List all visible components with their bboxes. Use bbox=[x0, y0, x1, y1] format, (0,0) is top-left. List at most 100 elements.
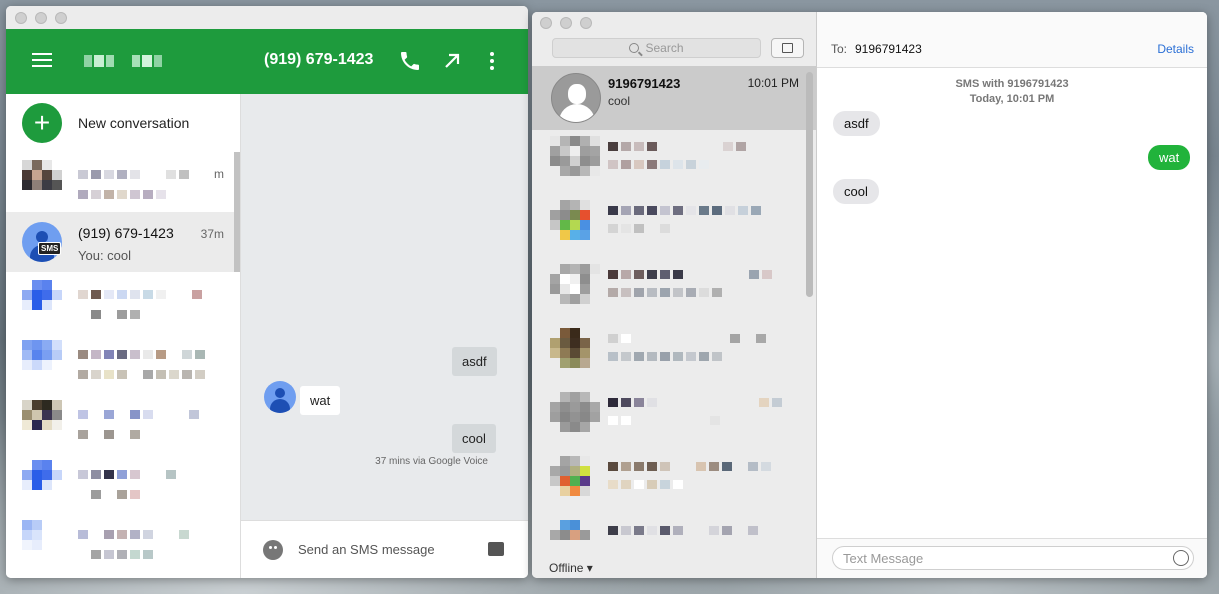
window-controls bbox=[15, 12, 67, 24]
window-controls bbox=[540, 17, 592, 29]
list-item[interactable] bbox=[6, 392, 240, 452]
snippet-redacted bbox=[78, 490, 140, 499]
emoji-icon[interactable] bbox=[263, 540, 283, 560]
list-item[interactable]: m bbox=[6, 152, 240, 212]
list-item[interactable] bbox=[532, 386, 816, 450]
list-item[interactable] bbox=[532, 194, 816, 258]
phone-icon[interactable] bbox=[398, 49, 422, 73]
compose-icon bbox=[782, 43, 793, 53]
avatar bbox=[550, 456, 600, 496]
avatar bbox=[550, 392, 600, 432]
contact-name-redacted bbox=[78, 350, 205, 359]
contact-name-redacted bbox=[78, 170, 189, 179]
conversation-snippet: cool bbox=[608, 94, 631, 108]
open-external-icon[interactable] bbox=[440, 49, 464, 73]
thread-date: Today, 10:01 PM bbox=[969, 93, 1055, 105]
messages-window: Search 9196791423 10:01 PM cool Offline … bbox=[532, 12, 1207, 578]
avatar bbox=[22, 460, 62, 490]
snippet-redacted bbox=[608, 288, 722, 297]
snippet-redacted bbox=[78, 370, 205, 379]
new-conversation-label: New conversation bbox=[78, 115, 190, 131]
thread-header: SMS with 9196791423 bbox=[955, 78, 1069, 90]
snippet-redacted bbox=[78, 430, 140, 439]
list-item[interactable] bbox=[6, 332, 240, 392]
snippet-redacted bbox=[78, 190, 166, 199]
contact-name-redacted bbox=[78, 530, 189, 539]
minimize-window-button[interactable] bbox=[35, 12, 47, 24]
scrollbar[interactable] bbox=[234, 152, 240, 272]
recipient-bar: To: 9196791423 Details bbox=[817, 12, 1207, 68]
minimize-window-button[interactable] bbox=[560, 17, 572, 29]
snippet-redacted bbox=[608, 352, 722, 361]
zoom-window-button[interactable] bbox=[55, 12, 67, 24]
snippet-redacted bbox=[78, 310, 140, 319]
snippet-redacted bbox=[608, 160, 709, 169]
conversation-time: 37m bbox=[200, 227, 224, 241]
scrollbar[interactable] bbox=[806, 72, 813, 297]
contact-name-redacted bbox=[608, 334, 766, 343]
snippet-redacted bbox=[608, 416, 720, 425]
avatar bbox=[22, 520, 62, 550]
new-conversation-button[interactable]: + New conversation bbox=[6, 94, 240, 152]
compose-button[interactable] bbox=[771, 38, 804, 58]
avatar bbox=[22, 280, 62, 310]
app-header: (919) 679-1423 bbox=[6, 29, 528, 94]
message-bubble-outgoing: wat bbox=[1148, 145, 1191, 170]
list-item[interactable] bbox=[532, 450, 816, 514]
contact-name-redacted bbox=[78, 470, 176, 479]
avatar bbox=[22, 400, 62, 430]
list-item[interactable] bbox=[532, 130, 816, 194]
contact-name-redacted bbox=[608, 270, 772, 279]
search-input[interactable]: Search bbox=[552, 38, 761, 58]
more-vert-icon[interactable] bbox=[480, 49, 504, 73]
list-item[interactable] bbox=[6, 512, 240, 572]
conversation-name: (919) 679-1423 bbox=[78, 225, 174, 241]
message-bubble-outgoing: asdf bbox=[452, 347, 497, 376]
avatar bbox=[550, 328, 600, 368]
message-meta: 37 mins via Google Voice bbox=[375, 456, 488, 467]
snippet-redacted bbox=[78, 550, 153, 559]
conversation-time: m bbox=[214, 167, 224, 181]
search-icon bbox=[629, 43, 640, 53]
plus-icon: + bbox=[22, 103, 62, 143]
snippet-redacted bbox=[608, 480, 683, 489]
contact-name-redacted bbox=[608, 142, 746, 151]
list-item[interactable] bbox=[532, 258, 816, 322]
message-bubble-incoming: cool bbox=[833, 179, 879, 204]
recipient-field[interactable]: 9196791423 bbox=[855, 42, 922, 56]
message-bubble-incoming: wat bbox=[300, 386, 341, 415]
avatar bbox=[264, 381, 296, 413]
list-item[interactable] bbox=[532, 322, 816, 386]
conversation-item-active[interactable]: 9196791423 10:01 PM cool bbox=[532, 66, 816, 130]
conversation-item-active[interactable]: SMS (919) 679-1423 37m You: cool bbox=[6, 212, 240, 272]
sms-input[interactable]: Send an SMS message bbox=[298, 542, 435, 557]
menu-icon[interactable] bbox=[32, 53, 52, 69]
contact-name-redacted bbox=[78, 410, 199, 419]
message-bubble-incoming: asdf bbox=[833, 111, 880, 136]
conversation-snippet: You: cool bbox=[78, 248, 132, 263]
compose-bar: Text Message bbox=[817, 538, 1207, 578]
messages-sidebar: Search 9196791423 10:01 PM cool Offline … bbox=[532, 12, 817, 578]
message-bubble-outgoing: cool bbox=[452, 424, 496, 453]
message-thread: asdf wat cool 37 mins via Google Voice bbox=[241, 94, 528, 520]
avatar bbox=[551, 73, 601, 123]
close-window-button[interactable] bbox=[540, 17, 552, 29]
recipient-label: To: bbox=[831, 42, 848, 56]
text-message-input[interactable]: Text Message bbox=[832, 546, 1194, 570]
image-icon[interactable] bbox=[488, 542, 504, 556]
conversation-list: 9196791423 10:01 PM cool bbox=[532, 66, 816, 578]
close-window-button[interactable] bbox=[15, 12, 27, 24]
conversation-name: 9196791423 bbox=[608, 76, 681, 91]
details-link[interactable]: Details bbox=[1157, 42, 1194, 56]
status-text[interactable]: Offline ▾ bbox=[549, 561, 593, 575]
snippet-redacted bbox=[608, 224, 670, 233]
contact-name-redacted bbox=[608, 398, 782, 407]
contact-name-redacted bbox=[608, 462, 771, 471]
account-logo bbox=[84, 55, 174, 67]
contact-name-redacted bbox=[608, 526, 758, 535]
message-pane: To: 9196791423 Details SMS with 91967914… bbox=[817, 12, 1207, 578]
emoji-icon[interactable] bbox=[1173, 550, 1189, 566]
list-item[interactable] bbox=[6, 452, 240, 512]
list-item[interactable] bbox=[6, 272, 240, 332]
zoom-window-button[interactable] bbox=[580, 17, 592, 29]
